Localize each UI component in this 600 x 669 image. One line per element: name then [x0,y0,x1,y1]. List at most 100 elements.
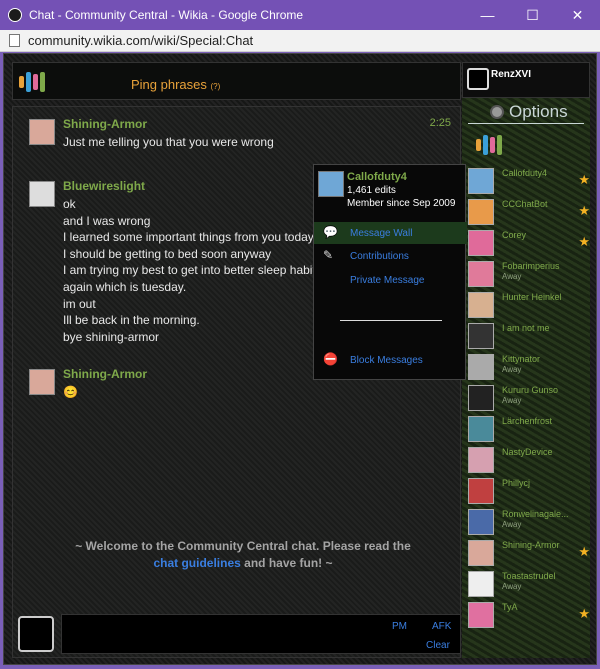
welcome-message: ~ Welcome to the Community Central chat.… [73,538,413,572]
avatar[interactable] [29,181,55,207]
user-name[interactable]: CCChatBot [502,199,548,209]
user-name[interactable]: Hunter Heinkel [502,292,562,302]
user-list-item[interactable]: Ronwelinagale... Away [468,507,590,537]
user-status: Away [502,272,522,281]
window-title: Chat - Community Central - Wikia - Googl… [29,8,304,22]
popup-edits: 1,461 edits [347,185,396,196]
message-username[interactable]: Bluewireslight [63,179,145,193]
private-message-action[interactable]: Private Message [314,269,467,291]
avatar[interactable] [468,571,494,597]
user-list-item[interactable]: Fobarimperius Away [468,259,590,289]
user-list-item[interactable]: Phillycj [468,476,590,506]
avatar[interactable] [468,478,494,504]
block-messages-action[interactable]: ⛔ Block Messages [314,349,467,371]
avatar [318,171,344,197]
avatar[interactable] [468,509,494,535]
avatar[interactable] [468,602,494,628]
ping-label[interactable]: Ping phrases [131,77,207,92]
user-name[interactable]: Kittynator [502,354,540,364]
user-name[interactable]: Toastastrudel [502,571,556,581]
speech-bubble-icon: 💬 [323,225,338,239]
url-text[interactable]: community.wikia.com/wiki/Special:Chat [28,33,253,48]
avatar[interactable] [468,354,494,380]
message-wall-action[interactable]: 💬 Message Wall [314,222,467,244]
user-list-item[interactable]: CCChatBot ★ [468,197,590,227]
message-lines: Just me telling you that you were wrong [63,134,274,151]
user-name[interactable]: NastyDevice [502,447,553,457]
welcome-post: and have fun! ~ [240,556,333,570]
user-list-item[interactable]: Toastastrudel Away [468,569,590,599]
message-input[interactable]: PM AFK Clear [61,614,461,654]
options-button[interactable]: Options [468,100,584,124]
current-user[interactable]: RenzXVI [462,62,590,98]
afk-button[interactable]: AFK [432,621,451,632]
avatar[interactable] [468,199,494,225]
message-username[interactable]: Shining-Armor [63,367,147,381]
clear-button[interactable]: Clear [426,640,450,651]
avatar[interactable] [468,292,494,318]
user-status: Away [502,520,522,529]
message-username[interactable]: Shining-Armor [63,117,147,131]
user-list-item[interactable]: Shining-Armor ★ [468,538,590,568]
avatar[interactable] [468,230,494,256]
minimize-button[interactable]: — [465,0,510,30]
wikia-logo [19,69,109,95]
user-name[interactable]: Ronwelinagale... [502,509,569,519]
message-line: 😊 [63,385,78,399]
star-icon: ★ [578,203,590,218]
welcome-pre: ~ Welcome to the Community Central chat.… [75,539,411,553]
address-bar[interactable]: community.wikia.com/wiki/Special:Chat [0,30,600,52]
user-name[interactable]: I am not me [502,323,550,333]
avatar[interactable] [468,385,494,411]
user-list-item[interactable]: I am not me [468,321,590,351]
user-name[interactable]: TyA [502,602,518,612]
user-list-item[interactable]: Kururu Gunso Away [468,383,590,413]
user-name[interactable]: Callofduty4 [502,168,547,178]
action-label[interactable]: Message Wall [350,228,412,239]
avatar[interactable] [468,323,494,349]
user-list-item[interactable]: Kittynator Away [468,352,590,382]
user-list-item[interactable]: Lärchenfrost [468,414,590,444]
avatar[interactable] [468,540,494,566]
user-name[interactable]: Phillycj [502,478,530,488]
user-list-item[interactable]: TyA ★ [468,600,590,630]
user-list-item[interactable]: Corey ★ [468,228,590,258]
user-name[interactable]: Lärchenfrost [502,416,552,426]
popup-user-name: Callofduty4 [347,171,407,183]
message-lines: 😊 [63,384,78,401]
star-icon: ★ [578,172,590,187]
current-user-name: RenzXVI [491,69,532,80]
page-icon [9,34,20,47]
user-name[interactable]: Kururu Gunso [502,385,558,395]
user-name[interactable]: Fobarimperius [502,261,560,271]
avatar[interactable] [468,168,494,194]
avatar[interactable] [468,447,494,473]
user-status: Away [502,365,522,374]
user-list-panel: RenzXVI Options Callofduty4 ★ CCChatBot ★ Co… [462,62,590,658]
app-icon [8,8,22,22]
chat-window: Ping phrases (?) ~ Welcome to the Commun… [3,53,597,665]
pm-button[interactable]: PM [392,621,407,632]
user-name[interactable]: Shining-Armor [502,540,560,550]
user-list-item[interactable]: NastyDevice [468,445,590,475]
close-button[interactable]: ✕ [555,0,600,30]
user-name[interactable]: Corey [502,230,526,240]
maximize-button[interactable]: ☐ [510,0,555,30]
options-label[interactable]: Options [509,102,568,122]
ping-help[interactable]: (?) [211,82,221,91]
chat-guidelines-link[interactable]: chat guidelines [153,556,240,570]
avatar[interactable] [29,119,55,145]
input-area: PM AFK Clear [12,610,461,658]
user-list-item[interactable]: Callofduty4 ★ [468,166,590,196]
avatar[interactable] [29,369,55,395]
ping-phrases-link[interactable]: Ping phrases (?) [131,77,220,92]
block-icon: ⛔ [323,352,338,366]
popup-member-since: Member since Sep 2009 [347,198,456,209]
avatar[interactable] [468,261,494,287]
avatar[interactable] [468,416,494,442]
action-label[interactable]: Contributions [350,251,409,262]
user-list-item[interactable]: Hunter Heinkel [468,290,590,320]
contributions-action[interactable]: ✎ Contributions [314,245,467,267]
action-label[interactable]: Private Message [350,275,424,286]
action-label[interactable]: Block Messages [350,355,423,366]
